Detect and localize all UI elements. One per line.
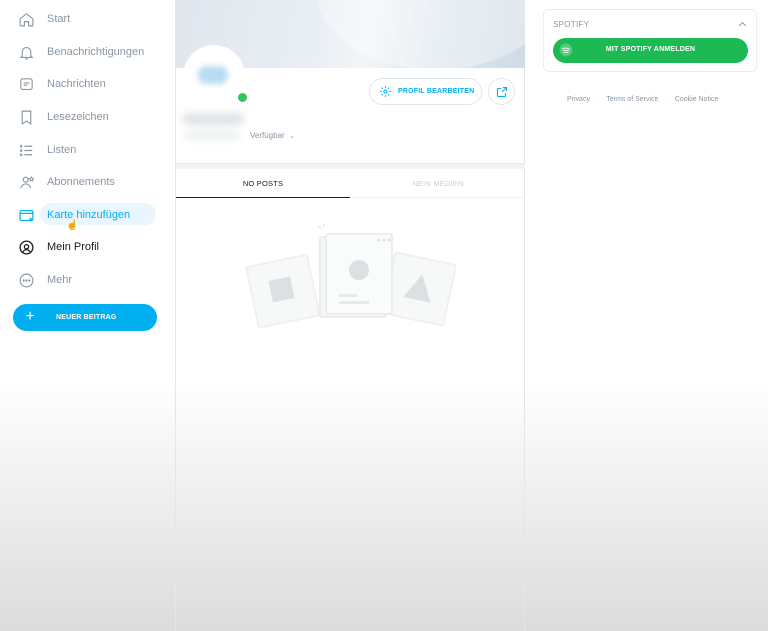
empty-state-illustration-icon [245,224,456,329]
banner-decoration [316,0,525,68]
message-icon [18,76,35,93]
sidebar-item-subscriptions[interactable]: Abonnements [0,166,176,198]
spotify-widget: SPOTIFY MIT SPOTIFY ANMELDEN [543,9,757,72]
sidebar-item-lists[interactable]: Listen [0,134,176,166]
spotify-connect-button[interactable]: MIT SPOTIFY ANMELDEN [553,38,748,63]
sidebar-item-label: Lesezeichen [47,111,109,123]
credit-card-icon [18,207,35,224]
profile-icon [18,239,35,256]
sidebar-item-label: Abonnements [47,176,115,188]
profile-handle-blurred [184,131,240,140]
sidebar-item-messages[interactable]: Nachrichten [0,68,176,100]
bell-icon [18,44,35,61]
mouse-cursor-icon: ☝ [66,220,79,231]
sidebar: Start Benachrichtigungen Nachrichten Les… [0,0,176,631]
tab-media[interactable]: NEIN MEDIEN [351,169,525,198]
new-post-button[interactable]: + NEUER BEITRAG [13,304,157,331]
tab-posts[interactable]: NO POSTS [176,169,350,198]
edit-profile-label: PROFIL BEARBEITEN [398,88,475,95]
sidebar-item-label: Listen [47,144,77,156]
sidebar-item-add-card[interactable]: Karte hinzufügen [0,199,176,231]
footer-links: Privacy · Terms of Service · Cookie Notice [567,96,718,103]
list-icon [18,142,35,159]
availability-status[interactable]: Verfügbar ⌄ [250,131,295,140]
sidebar-item-my-profile[interactable]: Mein Profil [0,231,176,263]
subscriptions-icon [18,174,35,191]
avatar[interactable] [185,47,248,105]
spotify-connect-label: MIT SPOTIFY ANMELDEN [605,46,696,53]
avatar-image-blurred [198,66,228,84]
sidebar-item-notifications[interactable]: Benachrichtigungen [0,36,176,68]
plus-icon: + [25,308,35,325]
profile-main: Verfügbar ⌄ PROFIL BEARBEITEN NO POSTS N… [176,0,525,631]
tab-label: NO POSTS [242,179,284,188]
sidebar-item-label: Mein Profil [47,241,99,253]
new-post-label: NEUER BEITRAG [56,314,117,321]
availability-label: Verfügbar [250,131,285,140]
share-button[interactable] [488,78,515,105]
profile-name-blurred [182,113,244,125]
bookmark-icon [18,109,35,126]
terms-link[interactable]: Terms of Service [606,96,658,103]
tab-label: NEIN MEDIEN [412,179,464,188]
footer-separator: · [665,96,668,103]
share-icon [496,86,508,98]
gear-icon [379,85,392,98]
more-icon [18,272,35,289]
sidebar-item-label: Karte hinzufügen [47,209,131,221]
sidebar-item-more[interactable]: Mehr [0,264,176,296]
sidebar-item-label: Benachrichtigungen [47,46,145,58]
sidebar-item-label: Nachrichten [47,78,106,90]
edit-profile-button[interactable]: PROFIL BEARBEITEN [369,78,482,105]
right-sidebar: SPOTIFY MIT SPOTIFY ANMELDEN Privacy · Ter… [525,0,768,631]
sidebar-item-start[interactable]: Start [0,3,176,35]
footer-separator: · [596,96,600,103]
sidebar-item-label: Mehr [47,274,73,286]
home-icon [18,11,35,28]
spotify-title: SPOTIFY [553,20,590,29]
sidebar-item-label: Start [47,13,71,25]
cookie-notice-link[interactable]: Cookie Notice [675,96,719,103]
privacy-link[interactable]: Privacy [567,96,590,103]
sidebar-item-bookmarks[interactable]: Lesezeichen [0,101,176,133]
online-status-dot [237,92,248,103]
chevron-up-icon[interactable] [737,19,748,30]
chevron-down-icon: ⌄ [288,133,295,140]
